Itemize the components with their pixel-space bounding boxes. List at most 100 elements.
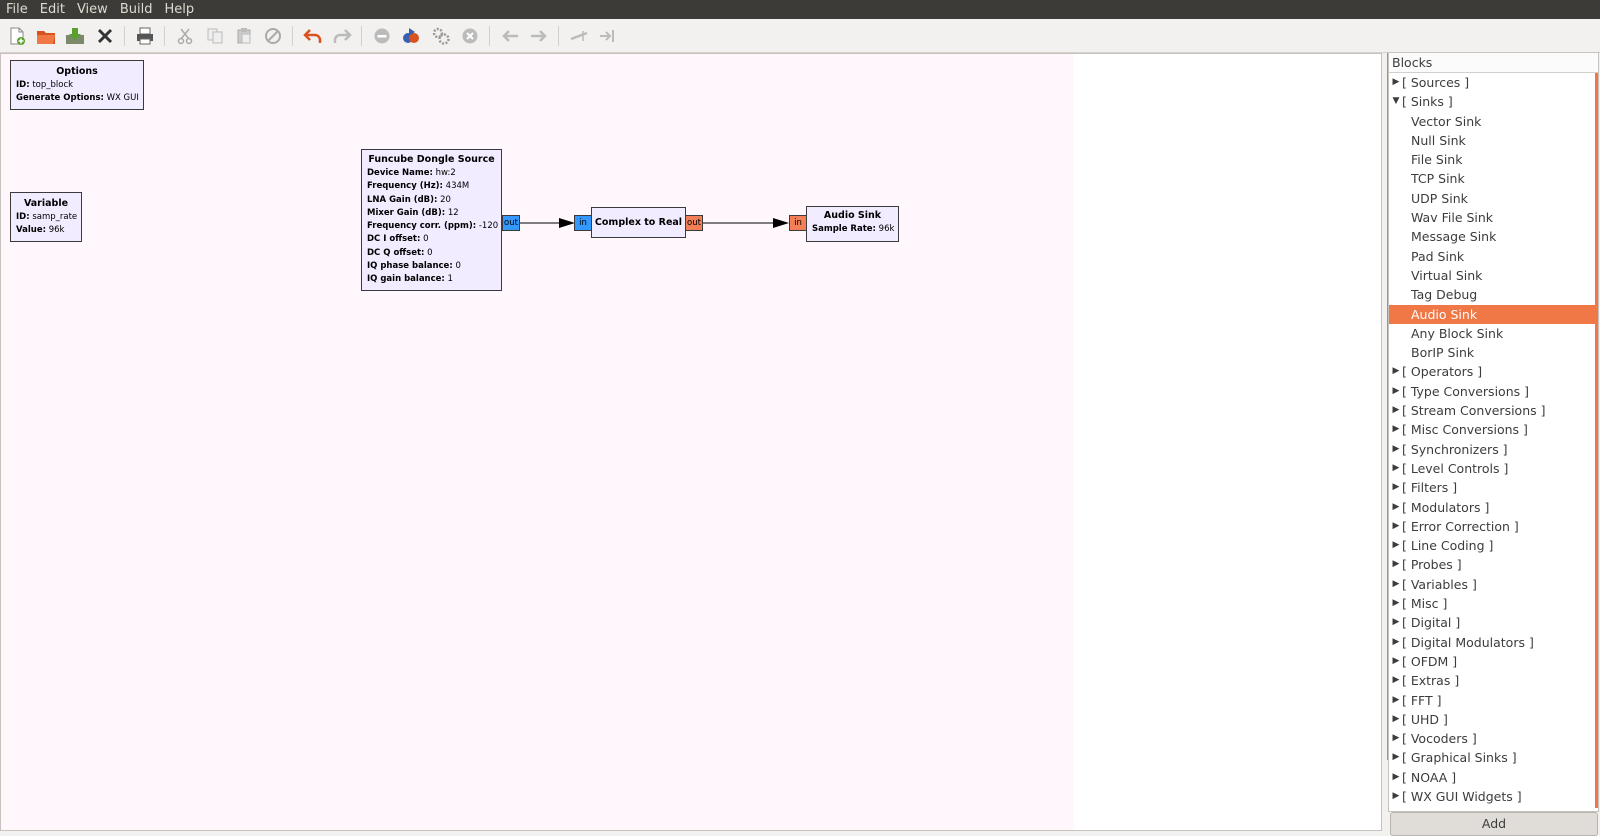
expander-closed-icon[interactable]: ▶ xyxy=(1391,382,1401,401)
audio-sink-in-port[interactable]: in xyxy=(789,215,807,231)
rotate-ccw-icon[interactable] xyxy=(498,24,522,48)
flowgraph-canvas-scroll[interactable]: Options ID: top_block Generate Options: … xyxy=(0,53,1382,831)
expander-closed-icon[interactable]: ▶ xyxy=(1391,401,1401,420)
canvas-horizontal-scrollbar[interactable] xyxy=(0,831,1382,836)
stop-icon[interactable] xyxy=(458,24,482,48)
copy-icon[interactable] xyxy=(203,24,227,48)
tree-block-item[interactable]: File Sink xyxy=(1389,150,1598,169)
tree-category[interactable]: ▶[ WX GUI Widgets ] xyxy=(1389,787,1598,806)
tree-category[interactable]: ▶[ Synchronizers ] xyxy=(1389,440,1598,459)
tree-block-item[interactable]: Virtual Sink xyxy=(1389,266,1598,285)
expander-closed-icon[interactable]: ▶ xyxy=(1391,440,1401,459)
expander-closed-icon[interactable]: ▶ xyxy=(1391,498,1401,517)
tree-block-item[interactable]: Tag Debug xyxy=(1389,285,1598,304)
expander-closed-icon[interactable]: ▶ xyxy=(1391,555,1401,574)
paste-icon[interactable] xyxy=(232,24,256,48)
tree-block-item[interactable]: Pad Sink xyxy=(1389,247,1598,266)
generate-icon[interactable] xyxy=(370,24,394,48)
expander-open-icon[interactable]: ▼ xyxy=(1391,92,1401,111)
expander-closed-icon[interactable]: ▶ xyxy=(1391,768,1401,787)
save-icon[interactable] xyxy=(63,24,87,48)
expander-closed-icon[interactable]: ▶ xyxy=(1391,787,1401,806)
cut-icon[interactable] xyxy=(173,24,197,48)
pane-divider[interactable] xyxy=(1382,53,1386,831)
new-document-icon[interactable] xyxy=(5,24,29,48)
tree-block-item[interactable]: Vector Sink xyxy=(1389,112,1598,131)
expander-closed-icon[interactable]: ▶ xyxy=(1391,652,1401,671)
c2r-in-port[interactable]: in xyxy=(574,215,592,231)
tree-category[interactable]: ▶[ NOAA ] xyxy=(1389,768,1598,787)
tree-category[interactable]: ▶[ Type Conversions ] xyxy=(1389,382,1598,401)
tree-category[interactable]: ▶[ OFDM ] xyxy=(1389,652,1598,671)
disable-icon[interactable] xyxy=(596,24,620,48)
expander-closed-icon[interactable]: ▶ xyxy=(1391,478,1401,497)
expander-closed-icon[interactable]: ▶ xyxy=(1391,594,1401,613)
expander-closed-icon[interactable]: ▶ xyxy=(1391,517,1401,536)
tree-block-item[interactable]: Null Sink xyxy=(1389,131,1598,150)
tree-category[interactable]: ▶[ Operators ] xyxy=(1389,362,1598,381)
tree-category[interactable]: ▶[ Line Coding ] xyxy=(1389,536,1598,555)
open-folder-icon[interactable] xyxy=(34,24,58,48)
connection-fcd-to-c2r[interactable] xyxy=(519,218,575,228)
tree-block-item[interactable]: Wav File Sink xyxy=(1389,208,1598,227)
expander-closed-icon[interactable]: ▶ xyxy=(1391,613,1401,632)
fcd-out-port[interactable]: out xyxy=(502,215,520,231)
kill-icon[interactable] xyxy=(429,24,453,48)
tree-block-item[interactable]: Audio Sink xyxy=(1389,304,1598,324)
close-icon[interactable] xyxy=(93,24,117,48)
tree-category[interactable]: ▶[ Graphical Sinks ] xyxy=(1389,748,1598,767)
complex-to-real-block[interactable]: Complex to Real xyxy=(591,207,686,238)
execute-icon[interactable] xyxy=(399,24,423,48)
tree-category[interactable]: ▶[ Stream Conversions ] xyxy=(1389,401,1598,420)
tree-category[interactable]: ▶[ Digital Modulators ] xyxy=(1389,633,1598,652)
add-block-button[interactable]: Add xyxy=(1390,812,1598,836)
redo-icon[interactable] xyxy=(330,24,354,48)
tree-block-item[interactable]: UDP Sink xyxy=(1389,189,1598,208)
expander-closed-icon[interactable]: ▶ xyxy=(1391,633,1401,652)
tree-category[interactable]: ▶[ Probes ] xyxy=(1389,555,1598,574)
audio-sink-block[interactable]: Audio Sink Sample Rate: 96k xyxy=(806,206,899,242)
tree-category[interactable]: ▶[ Variables ] xyxy=(1389,575,1598,594)
expander-closed-icon[interactable]: ▶ xyxy=(1391,710,1401,729)
flowgraph-canvas[interactable]: Options ID: top_block Generate Options: … xyxy=(1,54,1074,830)
tree-category[interactable]: ▼[ Sinks ] xyxy=(1389,92,1598,111)
expander-closed-icon[interactable]: ▶ xyxy=(1391,671,1401,690)
tree-block-item[interactable]: Any Block Sink xyxy=(1389,324,1598,343)
tree-category[interactable]: ▶[ Extras ] xyxy=(1389,671,1598,690)
tree-block-item[interactable]: Message Sink xyxy=(1389,227,1598,246)
expander-closed-icon[interactable]: ▶ xyxy=(1391,459,1401,478)
tree-category[interactable]: ▶[ Sources ] xyxy=(1389,73,1598,92)
expander-closed-icon[interactable]: ▶ xyxy=(1391,729,1401,748)
expander-closed-icon[interactable]: ▶ xyxy=(1391,575,1401,594)
expander-closed-icon[interactable]: ▶ xyxy=(1391,73,1401,92)
menu-edit[interactable]: Edit xyxy=(34,0,71,19)
expander-closed-icon[interactable]: ▶ xyxy=(1391,691,1401,710)
menu-build[interactable]: Build xyxy=(114,0,159,19)
c2r-out-port[interactable]: out xyxy=(685,215,703,231)
undo-icon[interactable] xyxy=(301,24,325,48)
tree-category[interactable]: ▶[ Modulators ] xyxy=(1389,498,1598,517)
tree-category[interactable]: ▶[ UHD ] xyxy=(1389,710,1598,729)
tree-category[interactable]: ▶[ FFT ] xyxy=(1389,691,1598,710)
tree-category[interactable]: ▶[ Misc ] xyxy=(1389,594,1598,613)
expander-closed-icon[interactable]: ▶ xyxy=(1391,362,1401,381)
tree-category[interactable]: ▶[ Vocoders ] xyxy=(1389,729,1598,748)
rotate-cw-icon[interactable] xyxy=(527,24,551,48)
blocks-tree-scrollbar[interactable] xyxy=(1595,73,1598,808)
connection-c2r-to-audiosink[interactable] xyxy=(703,218,789,228)
blocks-panel-header[interactable]: Blocks xyxy=(1389,53,1598,73)
delete-icon[interactable] xyxy=(261,24,285,48)
expander-closed-icon[interactable]: ▶ xyxy=(1391,420,1401,439)
menu-view[interactable]: View xyxy=(71,0,114,19)
tree-category[interactable]: ▶[ Level Controls ] xyxy=(1389,459,1598,478)
options-block[interactable]: Options ID: top_block Generate Options: … xyxy=(10,60,144,110)
enable-icon[interactable] xyxy=(567,24,591,48)
tree-category[interactable]: ▶[ Misc Conversions ] xyxy=(1389,420,1598,439)
variable-block[interactable]: Variable ID: samp_rate Value: 96k xyxy=(10,192,82,242)
tree-category[interactable]: ▶[ Digital ] xyxy=(1389,613,1598,632)
tree-block-item[interactable]: BorIP Sink xyxy=(1389,343,1598,362)
tree-category[interactable]: ▶[ Filters ] xyxy=(1389,478,1598,497)
menu-file[interactable]: File xyxy=(0,0,34,19)
print-icon[interactable] xyxy=(133,24,157,48)
tree-block-item[interactable]: TCP Sink xyxy=(1389,169,1598,188)
